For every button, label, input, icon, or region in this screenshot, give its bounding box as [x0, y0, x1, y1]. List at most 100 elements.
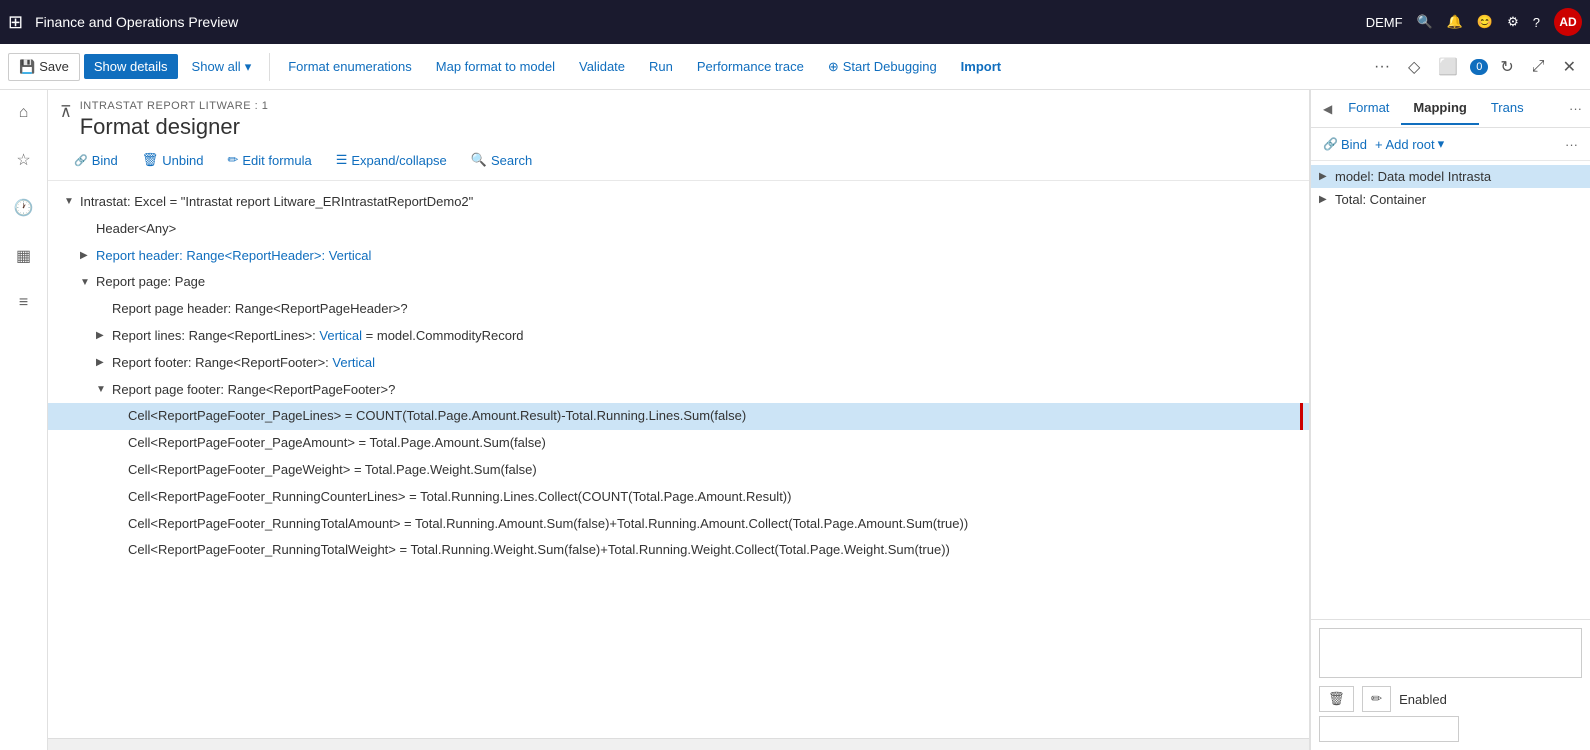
tree-item[interactable]: Cell<ReportPageFooter_RunningCounterLine… [48, 484, 1309, 511]
search-button[interactable]: 🔍 Search [461, 148, 542, 172]
tree-item[interactable]: ▶ Report header: Range<ReportHeader>: Ve… [48, 243, 1309, 270]
chevron-down-icon: ▾ [245, 59, 252, 75]
clock-icon[interactable]: 🕐 [8, 192, 40, 224]
bind-icon: 🔗 [74, 154, 88, 167]
smiley-icon[interactable]: 😊 [1477, 14, 1493, 30]
content-area: ⊼ INTRASTAT REPORT LITWARE : 1 Format de… [48, 90, 1590, 750]
refresh-icon[interactable]: ↻ [1494, 53, 1519, 81]
split-icon[interactable]: ⬜ [1432, 53, 1464, 81]
arrow-icon [112, 516, 128, 532]
grid-icon[interactable]: ⊞ [8, 12, 23, 33]
panel-subtitle: INTRASTAT REPORT LITWARE : 1 [80, 100, 269, 112]
enabled-input[interactable] [1319, 716, 1459, 742]
save-icon: 💾 [19, 59, 35, 75]
delete-button[interactable]: 🗑 [1319, 686, 1354, 712]
map-format-button[interactable]: Map format to model [426, 54, 565, 79]
home-icon[interactable]: ⌂ [13, 98, 35, 128]
arrow-icon [112, 462, 128, 478]
tab-format[interactable]: Format [1336, 92, 1401, 125]
arrow-icon: ▼ [96, 382, 112, 398]
tree-item[interactable]: ▶ Report footer: Range<ReportFooter>: Ve… [48, 350, 1309, 377]
unbind-button[interactable]: 🗑 Unbind [132, 148, 214, 172]
right-panel-bottom: 🗑 ✏ Enabled [1311, 619, 1590, 750]
tree-item[interactable]: Report page header: Range<ReportPageHead… [48, 296, 1309, 323]
right-panel-actions: 🔗 Bind + Add root ▾ ··· [1311, 128, 1590, 161]
top-bar: ⊞ Finance and Operations Preview DEMF 🔍 … [0, 0, 1590, 44]
arrow-icon [112, 543, 128, 559]
unbind-icon: 🗑 [142, 152, 159, 168]
tree-item[interactable]: Cell<ReportPageFooter_RunningTotalWeight… [48, 537, 1309, 564]
tree-item[interactable]: Header<Any> [48, 216, 1309, 243]
arrow-icon [80, 221, 96, 237]
expand-collapse-button[interactable]: ☰ Expand/collapse [326, 148, 457, 172]
performance-trace-button[interactable]: Performance trace [687, 54, 814, 79]
search-icon[interactable]: 🔍 [1417, 14, 1433, 30]
more-button[interactable]: ··· [1368, 54, 1396, 80]
badge-icon[interactable]: 0 [1470, 59, 1488, 75]
tab-mapping[interactable]: Mapping [1401, 92, 1478, 125]
toolbar-right: ··· ◇ ⬜ 0 ↻ ⤢ ✕ [1368, 53, 1582, 81]
edit-formula-button[interactable]: ✏ Edit formula [217, 148, 321, 172]
separator-1 [269, 53, 270, 81]
calendar-icon[interactable]: ▦ [10, 240, 37, 272]
tree-item[interactable]: ▶ Report lines: Range<ReportLines>: Vert… [48, 323, 1309, 350]
settings-icon[interactable]: ⚙ [1507, 14, 1519, 30]
action-bar: 🔗 Bind 🗑 Unbind ✏ Edit formula ☰ Expand/… [48, 140, 1309, 181]
add-root-button[interactable]: + Add root ▾ [1375, 136, 1444, 152]
expand-icon[interactable]: ⤢ [1526, 54, 1551, 80]
tree-item[interactable]: Cell<ReportPageFooter_PageAmount> = Tota… [48, 430, 1309, 457]
top-bar-right: DEMF 🔍 🔔 😊 ⚙ ? AD [1366, 8, 1582, 36]
tree-item[interactable]: Cell<ReportPageFooter_RunningTotalAmount… [48, 511, 1309, 538]
tree-item[interactable]: Cell<ReportPageFooter_PageWeight> = Tota… [48, 457, 1309, 484]
close-icon[interactable]: ✕ [1557, 53, 1582, 81]
left-arrow-icon[interactable]: ◀ [1319, 98, 1336, 120]
show-details-button[interactable]: Show details [84, 54, 178, 79]
tab-trans[interactable]: Trans [1479, 92, 1536, 125]
diamond-icon[interactable]: ◇ [1402, 53, 1426, 81]
right-bind-button[interactable]: 🔗 Bind [1323, 137, 1367, 152]
tree-item[interactable]: ▼ Intrastat: Excel = "Intrastat report L… [48, 189, 1309, 216]
formula-box[interactable] [1319, 628, 1582, 678]
arrow-icon [112, 409, 128, 425]
link-icon: 🔗 [1323, 137, 1338, 151]
right-tree-panel: ▶ model: Data model Intrasta ▶ Total: Co… [1311, 161, 1590, 619]
validate-button[interactable]: Validate [569, 54, 635, 79]
save-button[interactable]: 💾 Save [8, 53, 80, 81]
avatar[interactable]: AD [1554, 8, 1582, 36]
import-button[interactable]: Import [951, 54, 1011, 79]
arrow-icon: ▶ [96, 328, 112, 344]
list-icon[interactable]: ≡ [13, 288, 34, 318]
tree-item-selected[interactable]: Cell<ReportPageFooter_PageLines> = COUNT… [48, 403, 1309, 430]
arrow-icon: ▼ [64, 194, 80, 210]
right-tree-item-total[interactable]: ▶ Total: Container [1311, 188, 1590, 211]
search-icon: 🔍 [471, 152, 487, 168]
tree-area: ▼ Intrastat: Excel = "Intrastat report L… [48, 181, 1309, 738]
right-panel: ◀ Format Mapping Trans ··· 🔗 Bind [1310, 90, 1590, 750]
more-tabs-icon[interactable]: ··· [1569, 101, 1582, 116]
arrow-icon: ▼ [80, 275, 96, 291]
selected-bar [1300, 403, 1303, 430]
right-more-icon[interactable]: ··· [1565, 137, 1578, 152]
help-icon[interactable]: ? [1533, 15, 1540, 30]
arrow-icon: ▶ [96, 355, 112, 371]
debug-icon: ⊕ [828, 59, 839, 75]
bind-button[interactable]: 🔗 Bind [64, 149, 128, 172]
env-label: DEMF [1366, 15, 1403, 30]
tree-item[interactable]: ▼ Report page footer: Range<ReportPageFo… [48, 377, 1309, 404]
right-panel-tabs: ◀ Format Mapping Trans ··· [1311, 90, 1590, 128]
bell-icon[interactable]: 🔔 [1447, 14, 1463, 30]
chevron-down-icon: ▾ [1438, 136, 1445, 152]
left-panel: ⊼ INTRASTAT REPORT LITWARE : 1 Format de… [48, 90, 1310, 750]
tree-item[interactable]: ▼ Report page: Page [48, 269, 1309, 296]
star-icon[interactable]: ☆ [10, 144, 36, 176]
horizontal-scrollbar[interactable] [48, 738, 1309, 750]
edit-icon: ✏ [227, 152, 238, 168]
show-all-button[interactable]: Show all ▾ [182, 54, 262, 80]
format-enumerations-button[interactable]: Format enumerations [278, 54, 422, 79]
start-debugging-button[interactable]: ⊕ Start Debugging [818, 54, 947, 80]
arrow-icon [112, 436, 128, 452]
filter-icon[interactable]: ⊼ [60, 102, 72, 122]
run-button[interactable]: Run [639, 54, 683, 79]
right-tree-item-model[interactable]: ▶ model: Data model Intrasta [1311, 165, 1590, 188]
edit-button[interactable]: ✏ [1362, 686, 1391, 712]
